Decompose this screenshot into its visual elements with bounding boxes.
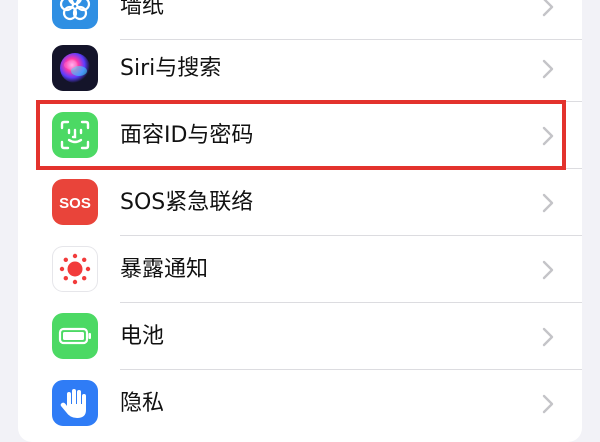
chevron-right-icon xyxy=(542,260,554,280)
settings-row-label: 隐私 xyxy=(120,391,165,416)
settings-row-face-id[interactable]: 面容ID与密码 xyxy=(18,102,582,169)
settings-row-battery[interactable]: 电池 xyxy=(18,303,582,370)
chevron-right-icon xyxy=(542,394,554,414)
settings-row-label: 墙纸 xyxy=(120,0,165,19)
settings-row-wallpaper[interactable]: 墙纸 xyxy=(18,0,582,40)
privacy-hand-icon xyxy=(52,380,98,426)
settings-row-exposure[interactable]: 暴露通知 xyxy=(18,236,582,303)
battery-icon xyxy=(52,313,98,359)
settings-row-sos[interactable]: SOS SOS紧急联络 xyxy=(18,169,582,236)
settings-row-label: 面容ID与密码 xyxy=(120,123,254,148)
chevron-right-icon xyxy=(542,0,554,17)
settings-list: 墙纸 Siri与搜索 面容ID与密码 SOS SOS紧急联络 暴露通知 电池 隐… xyxy=(18,0,582,442)
chevron-right-icon xyxy=(542,193,554,213)
exposure-notification-icon xyxy=(52,246,98,292)
settings-row-label: 电池 xyxy=(120,324,165,349)
chevron-right-icon xyxy=(542,59,554,79)
settings-row-privacy[interactable]: 隐私 xyxy=(18,370,582,437)
sos-icon-text: SOS xyxy=(59,195,91,212)
settings-row-label: 暴露通知 xyxy=(120,257,209,282)
settings-row-siri[interactable]: Siri与搜索 xyxy=(18,35,582,102)
chevron-right-icon xyxy=(542,126,554,146)
sos-icon: SOS xyxy=(52,179,98,225)
settings-row-label: SOS紧急联络 xyxy=(120,190,254,215)
wallpaper-flower-icon xyxy=(52,0,98,29)
siri-orb-icon xyxy=(52,45,98,91)
face-id-icon xyxy=(52,112,98,158)
settings-row-label: Siri与搜索 xyxy=(120,56,222,81)
chevron-right-icon xyxy=(542,327,554,347)
